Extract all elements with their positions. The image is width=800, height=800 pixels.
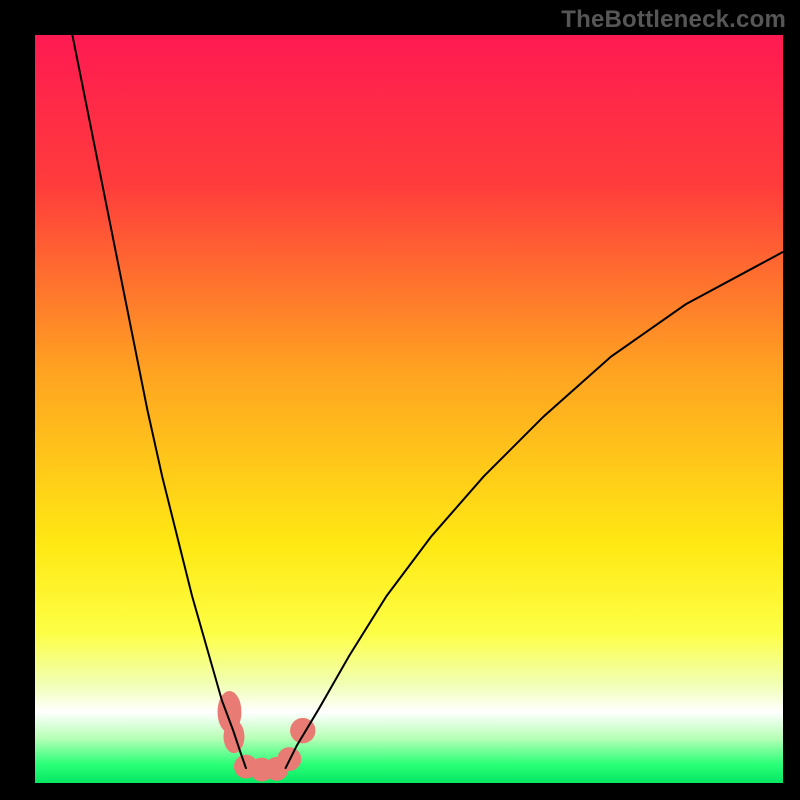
bottleneck-chart — [35, 35, 783, 783]
watermark-label: TheBottleneck.com — [561, 6, 786, 34]
data-marker — [223, 720, 244, 753]
plot-area — [35, 35, 783, 783]
outer-black-frame: TheBottleneck.com — [0, 0, 800, 800]
